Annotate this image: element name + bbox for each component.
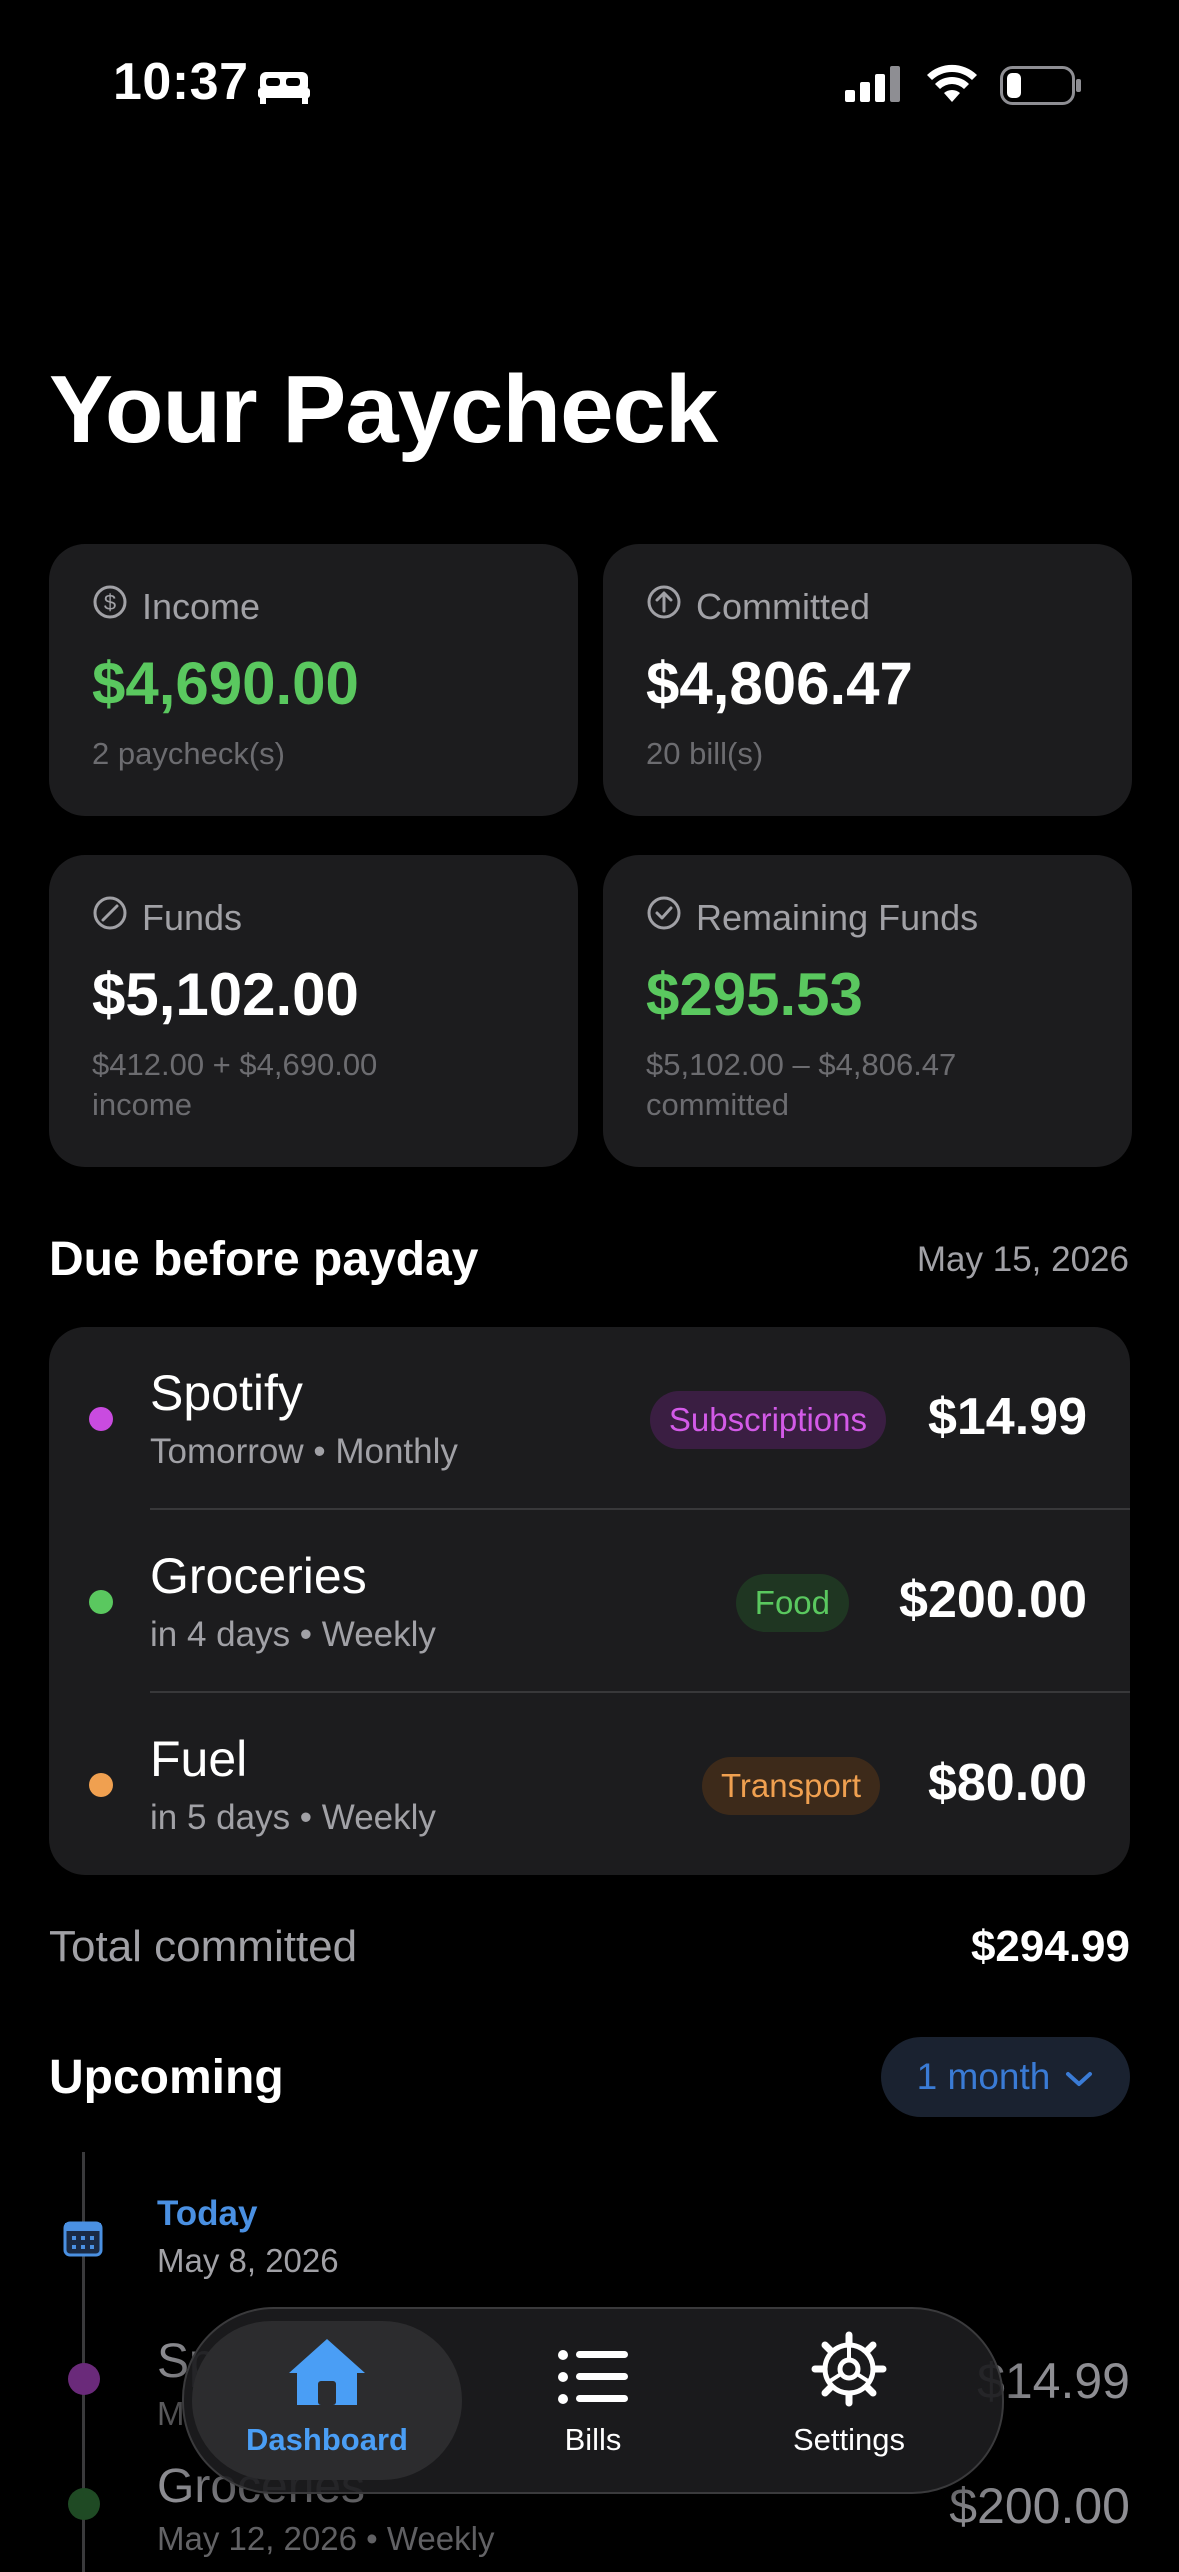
tab-label: Bills — [564, 2422, 622, 2457]
tab-settings[interactable]: Settings — [714, 2321, 984, 2480]
timeline-dot — [68, 2363, 100, 2395]
upcoming-meta: M — [157, 2395, 185, 2432]
tab-bar: Dashboard Bills Settings — [182, 2307, 1004, 2494]
income-card: $ Income $4,690.00 2 paycheck(s) — [49, 544, 578, 816]
cellular-signal-icon — [845, 64, 903, 109]
category-dot — [89, 1773, 113, 1797]
upcoming-meta: May 12, 2026 • Weekly — [157, 2520, 495, 2557]
bill-amount: $14.99 — [927, 1388, 1087, 1446]
dollar-circle-icon: $ — [92, 584, 128, 629]
category-tag: Subscriptions — [649, 1391, 886, 1449]
arrow-up-circle-icon — [646, 584, 682, 629]
checkmark-circle-icon — [646, 895, 682, 940]
battery-icon — [1000, 66, 1082, 111]
remaining-sub-line1: $5,102.00 – $4,806.47 — [646, 1047, 957, 1082]
tab-label: Settings — [792, 2422, 905, 2457]
timeline-today-date: May 8, 2026 — [157, 2242, 339, 2279]
bill-amount: $200.00 — [899, 1571, 1087, 1629]
bill-row-fuel[interactable]: Fuel in 5 days • Weekly Transport $80.00 — [49, 1693, 1130, 1875]
remaining-value: $295.53 — [646, 961, 863, 1028]
income-sub: 2 paycheck(s) — [92, 736, 285, 771]
range-selector[interactable]: 1 month — [881, 2037, 1130, 2117]
bill-meta: in 5 days • Weekly — [150, 1798, 436, 1837]
upcoming-section-title: Upcoming — [49, 2051, 284, 2104]
total-committed-value: $294.99 — [970, 1922, 1130, 1971]
chevron-down-icon — [1064, 2056, 1094, 2098]
range-label: 1 month — [916, 2056, 1051, 2097]
remaining-label-row: Remaining Funds — [646, 895, 978, 940]
list-icon — [556, 2347, 630, 2412]
bill-amount: $80.00 — [927, 1754, 1087, 1812]
bill-name: Groceries — [150, 1548, 367, 1604]
bill-name: Fuel — [150, 1731, 248, 1787]
remaining-funds-card: Remaining Funds $295.53 $5,102.00 – $4,8… — [603, 855, 1132, 1167]
income-value: $4,690.00 — [92, 650, 359, 717]
funds-label: Funds — [142, 896, 243, 938]
status-time: 10:37 — [113, 53, 249, 111]
bill-name: Spotify — [150, 1365, 303, 1421]
bill-row-spotify[interactable]: Spotify Tomorrow • Monthly Subscriptions… — [49, 1327, 1130, 1510]
tab-dashboard[interactable]: Dashboard — [192, 2321, 462, 2480]
category-dot — [89, 1407, 113, 1431]
calendar-icon — [62, 2217, 104, 2264]
bill-meta: Tomorrow • Monthly — [150, 1432, 458, 1471]
funds-value: $5,102.00 — [92, 961, 359, 1028]
income-label: Income — [142, 585, 261, 627]
timeline-today-label: Today — [157, 2194, 258, 2233]
bed-icon — [256, 66, 312, 111]
committed-label: Committed — [696, 585, 871, 627]
funds-sub-line2: income — [92, 1087, 192, 1122]
funds-sub-line1: $412.00 + $4,690.00 — [92, 1047, 378, 1082]
income-label-row: $ Income — [92, 584, 260, 629]
funds-label-row: Funds — [92, 895, 242, 940]
category-dot — [89, 1590, 113, 1614]
bill-meta: in 4 days • Weekly — [150, 1615, 436, 1654]
category-tag: Transport — [702, 1757, 880, 1815]
committed-label-row: Committed — [646, 584, 870, 629]
due-section-title: Due before payday — [49, 1233, 479, 1286]
house-icon — [285, 2335, 369, 2412]
timeline-dot — [68, 2488, 100, 2520]
status-bar: 10:37 — [0, 0, 1179, 170]
slash-circle-icon — [92, 895, 128, 940]
committed-card: Committed $4,806.47 20 bill(s) — [603, 544, 1132, 816]
upcoming-amount: $200.00 — [949, 2478, 1130, 2534]
total-committed-label: Total committed — [49, 1922, 358, 1971]
wifi-icon — [926, 62, 978, 109]
page-title: Your Paycheck — [49, 356, 718, 463]
remaining-sub-line2: committed — [646, 1087, 789, 1122]
tab-label: Dashboard — [246, 2422, 408, 2457]
due-bills-list: Spotify Tomorrow • Monthly Subscriptions… — [49, 1327, 1130, 1875]
gear-icon — [811, 2331, 887, 2412]
svg-text:$: $ — [104, 590, 116, 615]
committed-value: $4,806.47 — [646, 650, 913, 717]
funds-card: Funds $5,102.00 $412.00 + $4,690.00 inco… — [49, 855, 578, 1167]
tab-bills[interactable]: Bills — [458, 2321, 728, 2480]
payday-date: May 15, 2026 — [916, 1240, 1129, 1279]
category-tag: Food — [735, 1574, 849, 1632]
remaining-label: Remaining Funds — [696, 896, 979, 938]
bill-row-groceries[interactable]: Groceries in 4 days • Weekly Food $200.0… — [49, 1510, 1130, 1693]
committed-sub: 20 bill(s) — [646, 736, 764, 771]
